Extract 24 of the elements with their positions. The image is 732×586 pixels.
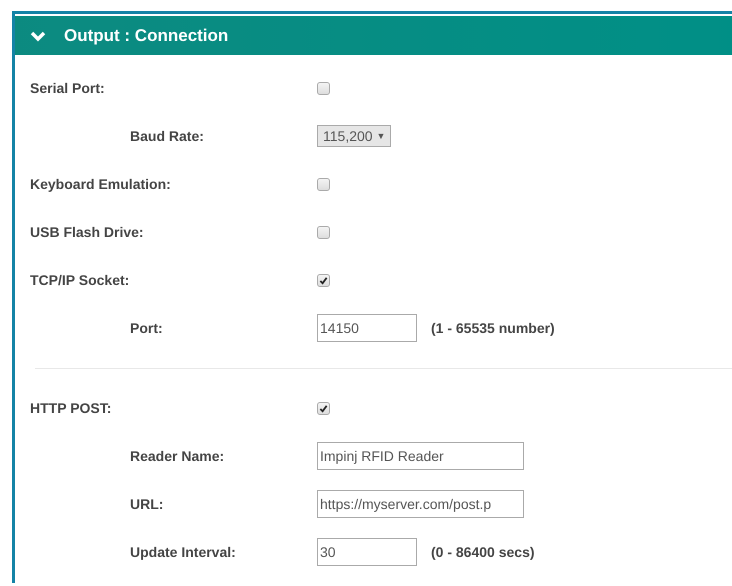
field-label: Reader Name: [129, 448, 226, 464]
checkbox[interactable] [317, 226, 330, 238]
field-label: HTTP POST: [29, 400, 112, 416]
checkbox[interactable] [317, 82, 330, 94]
field-label: Baud Rate: [129, 128, 205, 144]
field-label: USB Flash Drive: [29, 224, 145, 240]
panel-header[interactable]: Output : Connection [15, 16, 732, 55]
checkbox[interactable] [317, 402, 330, 414]
input-field[interactable]: Impinj RFID Reader [317, 442, 524, 470]
field-label: Update Interval: [129, 544, 237, 560]
input-field[interactable]: 30 [317, 538, 417, 566]
range-hint: (1 - 65535 number) [431, 320, 555, 336]
field-label: Keyboard Emulation: [29, 176, 172, 192]
field-label: Port: [129, 320, 164, 336]
panel-title: Output : Connection [64, 26, 228, 46]
input-field[interactable]: https://myserver.com/post.p [317, 490, 524, 518]
checkbox[interactable] [317, 274, 330, 286]
baud-rate-dropdown[interactable]: 115,200 $^{▼}$ [317, 125, 392, 147]
checkbox[interactable] [317, 178, 330, 190]
field-label: Serial Port: [29, 80, 106, 96]
range-hint: (0 - 86400 secs) [431, 544, 535, 560]
field-label: URL: [129, 496, 164, 512]
field-label: TCP/IP Socket: [29, 272, 130, 288]
input-field[interactable]: 14150 [317, 314, 417, 342]
